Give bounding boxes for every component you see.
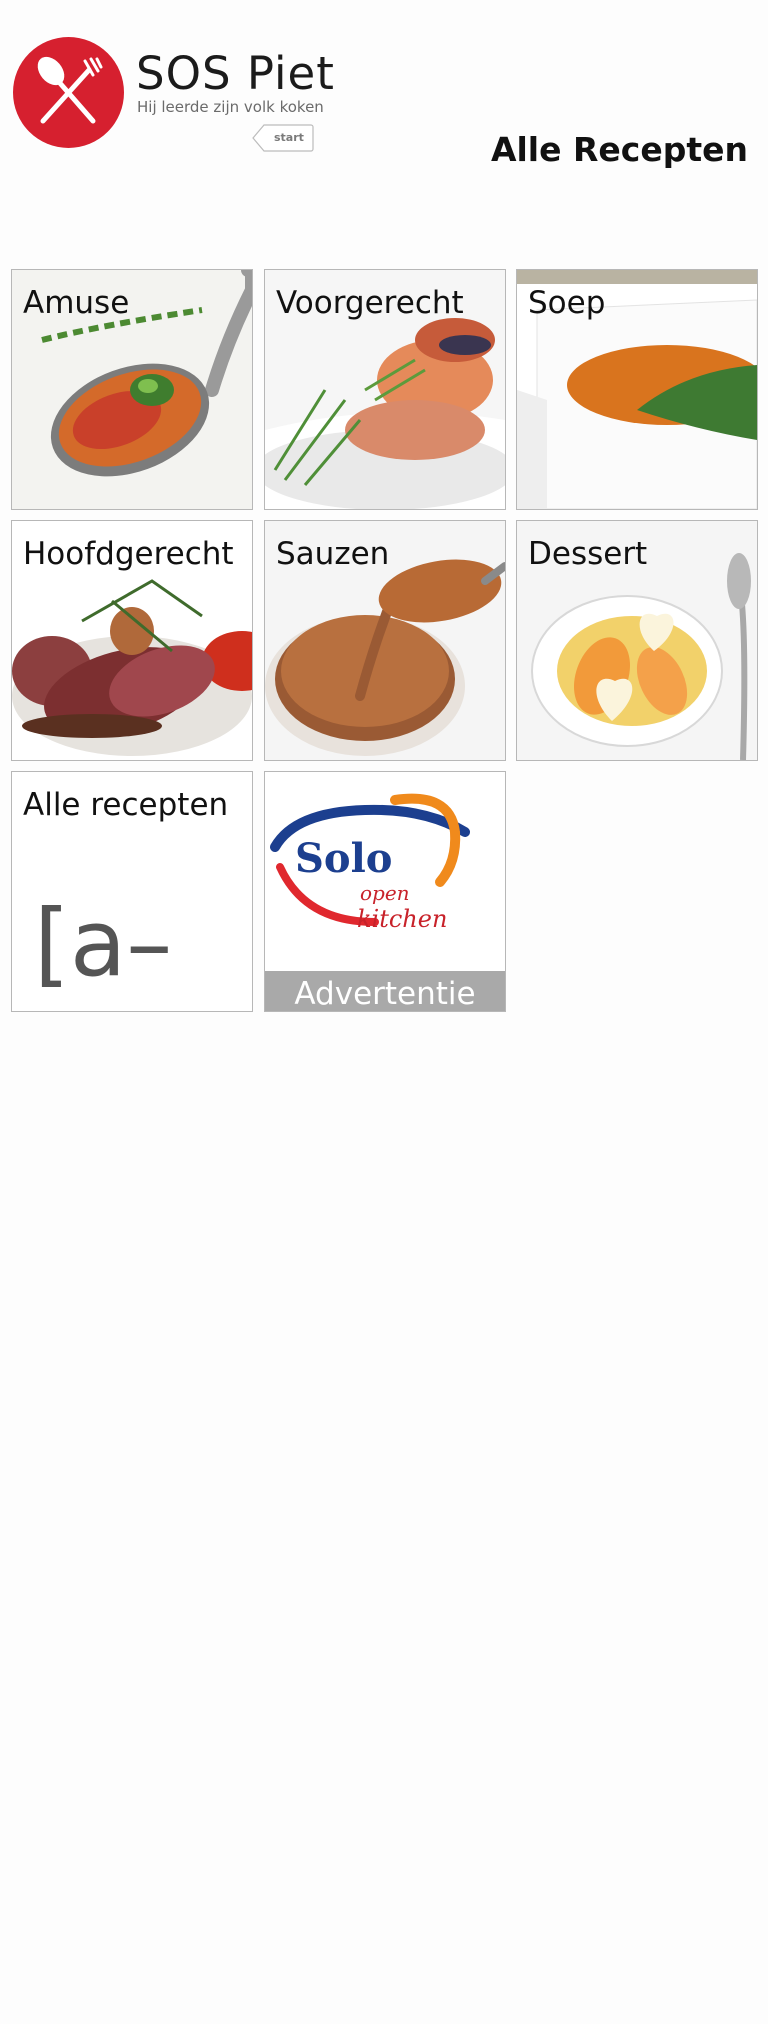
solo-open-kitchen-logo: Solo open kitchen xyxy=(265,772,505,972)
category-label: Hoofdgerecht xyxy=(23,536,234,572)
advert-band: Advertentie xyxy=(265,971,505,1011)
svg-text:Solo: Solo xyxy=(295,835,392,882)
app-name: SOS Piet xyxy=(136,47,335,100)
svg-text:open: open xyxy=(360,881,410,905)
app-logo xyxy=(13,37,124,148)
app-tagline: Hij leerde zijn volk koken xyxy=(137,98,324,116)
start-button[interactable]: start xyxy=(252,124,314,152)
category-tile-sauzen[interactable]: Sauzen xyxy=(264,520,506,761)
start-button-label: start xyxy=(274,131,304,144)
category-tile-soep[interactable]: Soep xyxy=(516,269,758,510)
advert-label: Advertentie xyxy=(294,976,476,1012)
category-tile-hoofdgerecht[interactable]: Hoofdgerecht xyxy=(11,520,253,761)
category-label: Voorgerecht xyxy=(276,285,464,321)
category-label: Sauzen xyxy=(276,536,390,572)
category-tile-amuse[interactable]: Amuse xyxy=(11,269,253,510)
category-label: Amuse xyxy=(23,285,130,321)
all-recipes-tile[interactable]: Alle recepten [a–Z] xyxy=(11,771,253,1012)
spoon-fork-icon xyxy=(37,56,103,124)
page-title: Alle Recepten xyxy=(490,130,748,169)
advert-tile[interactable]: Solo open kitchen Advertentie xyxy=(264,771,506,1012)
all-recipes-label: Alle recepten xyxy=(23,787,229,823)
category-label: Dessert xyxy=(528,536,648,572)
category-label: Soep xyxy=(528,285,606,321)
az-index-text: [a–Z] xyxy=(34,890,173,1011)
svg-text:kitchen: kitchen xyxy=(357,905,447,933)
category-tile-dessert[interactable]: Dessert xyxy=(516,520,758,761)
category-tile-voorgerecht[interactable]: Voorgerecht xyxy=(264,269,506,510)
